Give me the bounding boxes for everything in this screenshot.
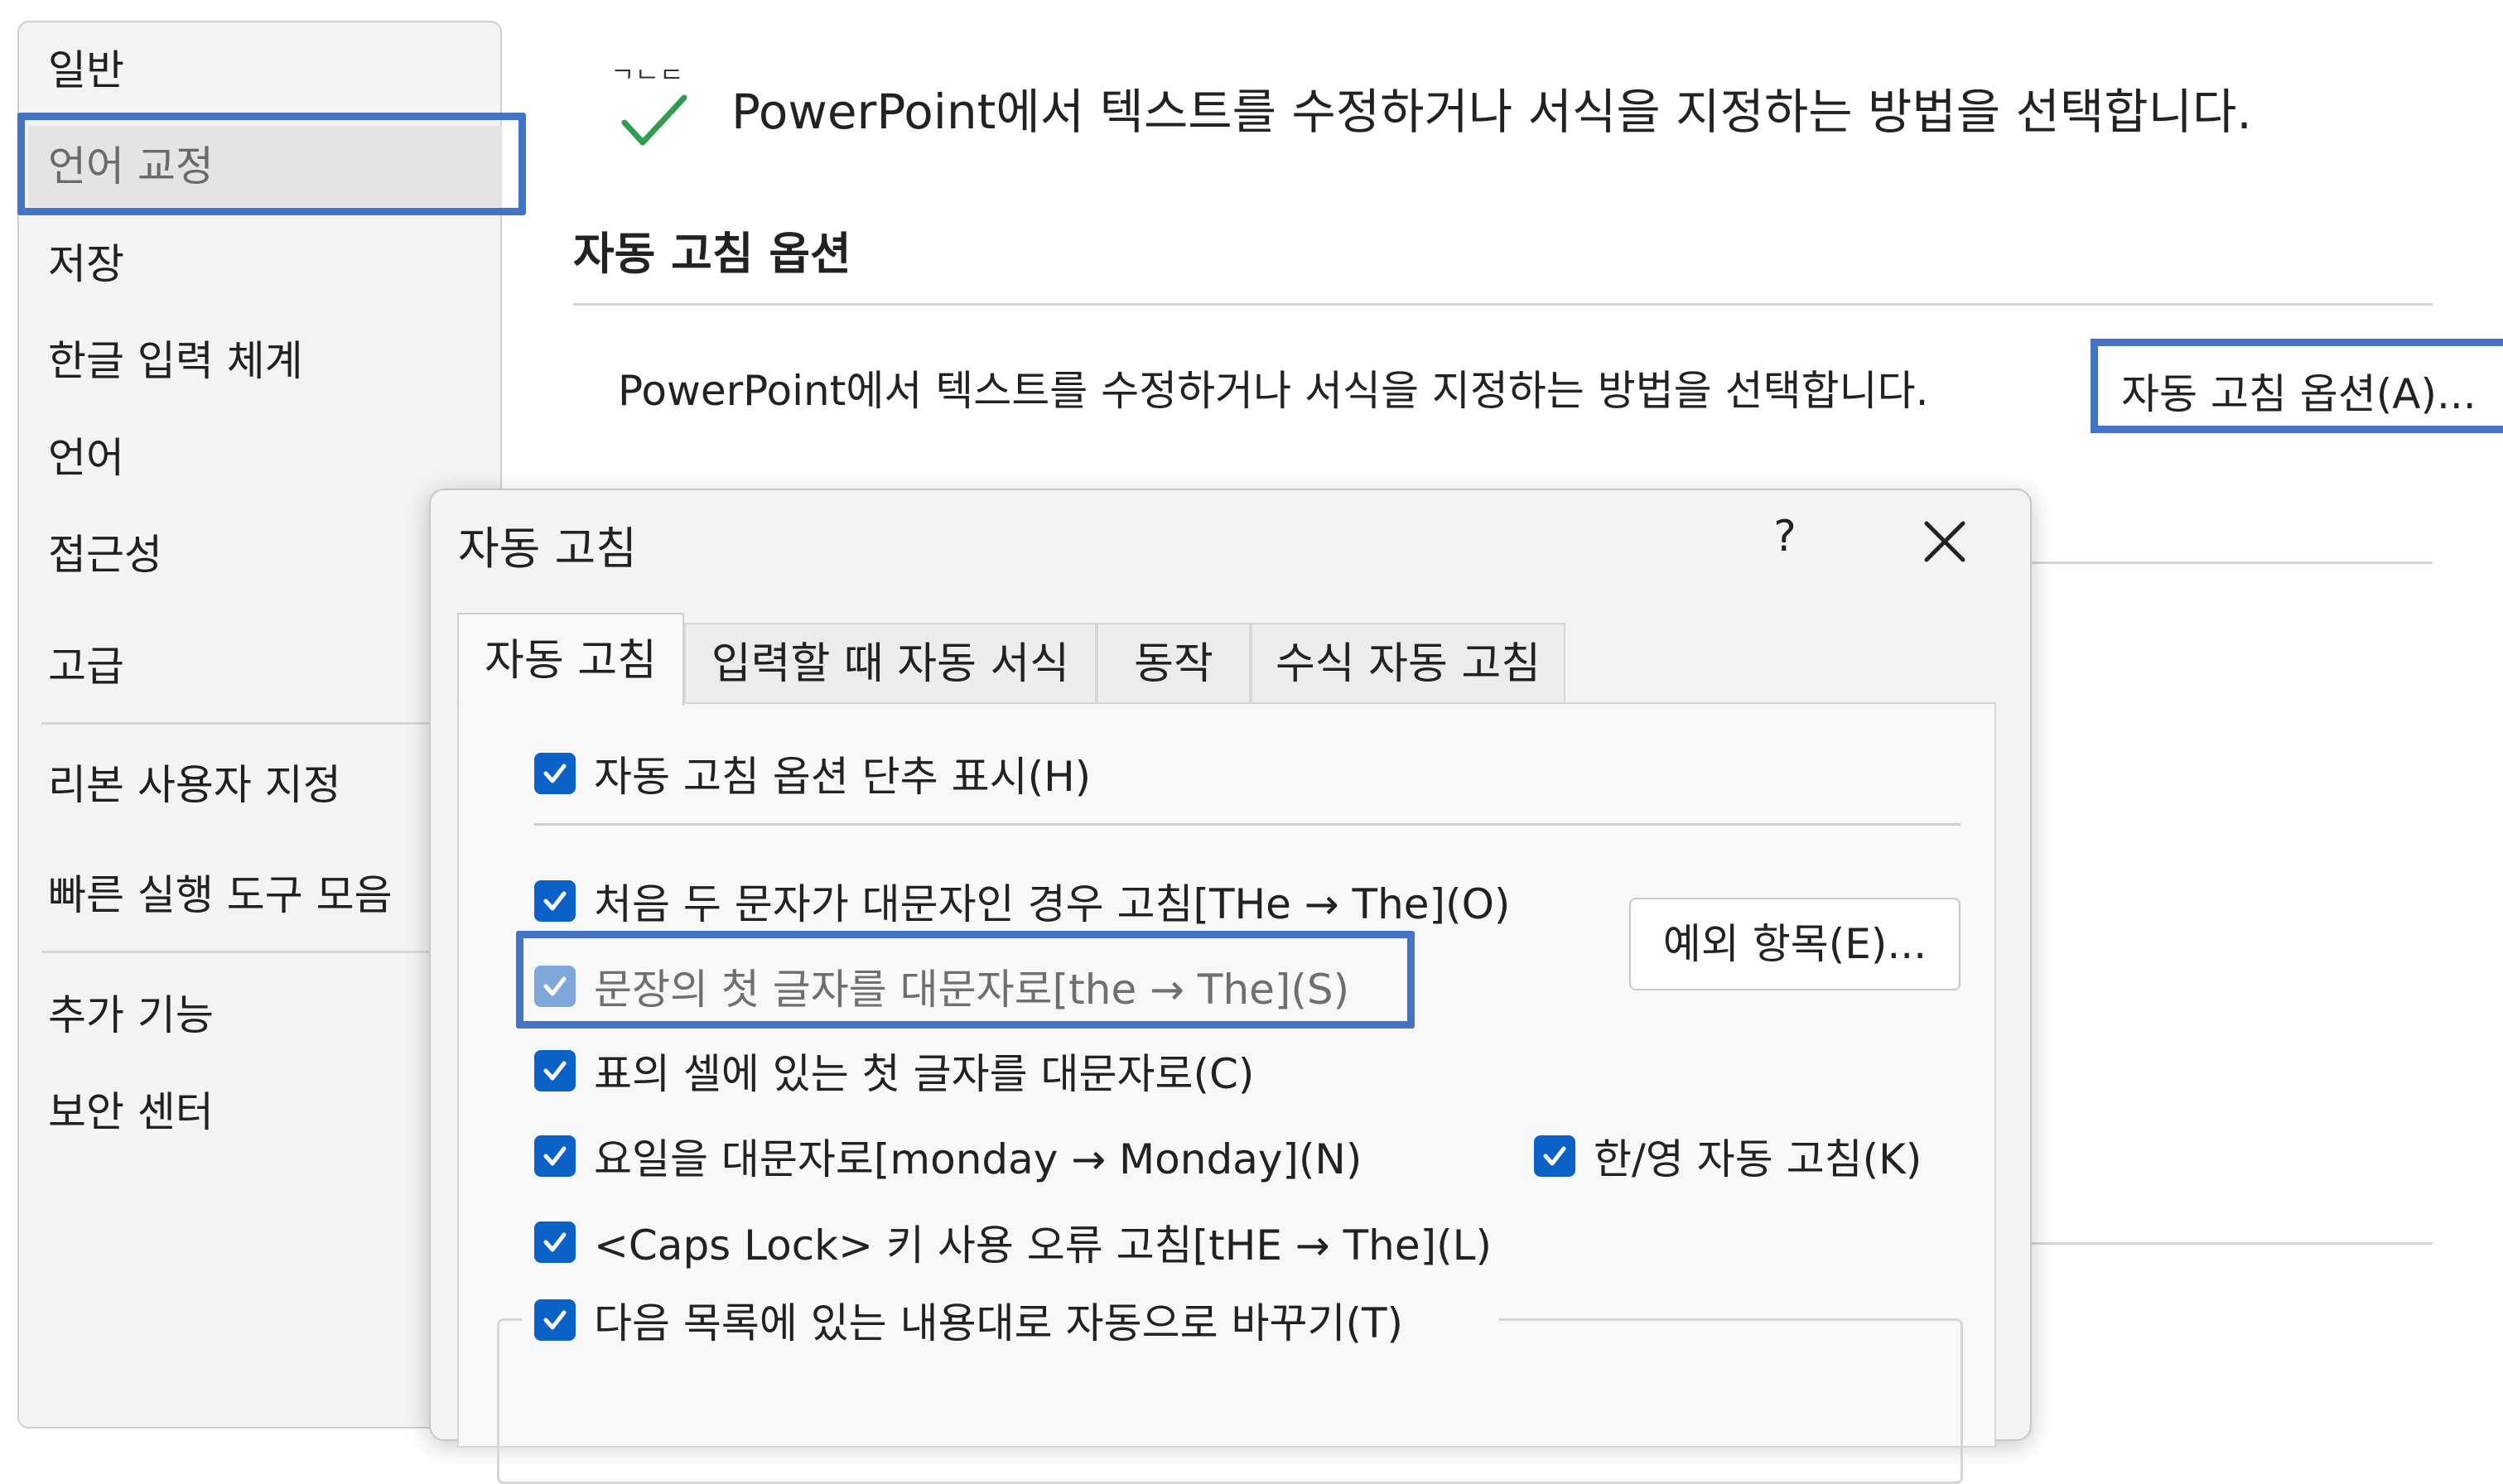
options-divider bbox=[534, 823, 1960, 826]
nav-item-korean-input[interactable]: 한글 입력 체계 bbox=[48, 328, 303, 394]
tab-autoformat-as-you-type[interactable]: 입력할 때 자동 서식 bbox=[684, 623, 1097, 702]
checkbox-checked[interactable] bbox=[534, 753, 576, 794]
capitalize-sentences-callout-highlight bbox=[516, 931, 1415, 1029]
option-label: 처음 두 문자가 대문자인 경우 고침[THe → The](O) bbox=[594, 880, 1511, 928]
checkmark-icon bbox=[1543, 1146, 1566, 1166]
section-divider bbox=[573, 303, 2433, 306]
nav-item-customize-ribbon[interactable]: 리본 사용자 지정 bbox=[48, 752, 341, 818]
autocorrect-options-button[interactable]: 자동 고침 옵션(A)... bbox=[2091, 339, 2503, 433]
checkmark-icon bbox=[543, 1232, 567, 1252]
nav-item-general[interactable]: 일반 bbox=[48, 37, 124, 104]
option-two-initial-caps[interactable]: 처음 두 문자가 대문자인 경우 고침[THe → The](O) bbox=[534, 870, 1510, 932]
help-button[interactable]: ? bbox=[1764, 512, 1806, 570]
nav-item-accessibility[interactable]: 접근성 bbox=[48, 522, 162, 588]
page-header-text: PowerPoint에서 텍스트를 수정하거나 서식을 지정하는 방법을 선택합… bbox=[731, 84, 2252, 140]
dialog-title: 자동 고침 bbox=[458, 523, 637, 575]
nav-item-advanced[interactable]: 고급 bbox=[48, 634, 124, 700]
proofing-callout-highlight bbox=[17, 113, 526, 215]
checkmark-icon bbox=[543, 891, 567, 911]
checkbox-checked[interactable] bbox=[534, 1299, 576, 1341]
checkbox-checked[interactable] bbox=[534, 1050, 576, 1091]
section-title-autocorrect: 자동 고침 옵션 bbox=[573, 228, 851, 280]
section-divider bbox=[2029, 561, 2433, 564]
option-label: 다음 목록에 있는 내용대로 자동으로 바꾸기(T) bbox=[594, 1299, 1404, 1347]
option-capitalize-table-cells[interactable]: 표의 셀에 있는 첫 글자를 대문자로(C) bbox=[534, 1039, 1254, 1102]
checkmark-icon bbox=[543, 764, 567, 783]
option-label: 요일을 대문자로[monday → Monday](N) bbox=[594, 1135, 1362, 1183]
option-label: 표의 셀에 있는 첫 글자를 대문자로(C) bbox=[594, 1050, 1255, 1098]
option-show-autocorrect-buttons[interactable]: 자동 고침 옵션 단추 표시(H) bbox=[534, 742, 1091, 805]
option-label: 자동 고침 옵션 단추 표시(H) bbox=[594, 753, 1092, 801]
tab-autocorrect[interactable]: 자동 고침 bbox=[457, 613, 684, 706]
nav-item-quick-access-toolbar[interactable]: 빠른 실행 도구 모음 bbox=[48, 862, 393, 928]
option-replace-text-as-you-type[interactable]: 다음 목록에 있는 내용대로 자동으로 바꾸기(T) bbox=[534, 1289, 1403, 1352]
checkbox-checked[interactable] bbox=[1534, 1135, 1575, 1177]
nav-item-language[interactable]: 언어 bbox=[48, 425, 124, 491]
autocorrect-description: PowerPoint에서 텍스트를 수정하거나 서식을 지정하는 방법을 선택합… bbox=[618, 367, 1929, 415]
close-icon[interactable] bbox=[1920, 517, 1970, 566]
proofing-check-icon bbox=[621, 94, 687, 146]
section-divider bbox=[2029, 1242, 2433, 1245]
option-capitalize-days[interactable]: 요일을 대문자로[monday → Monday](N) bbox=[534, 1125, 1362, 1188]
checkmark-icon bbox=[543, 1310, 567, 1330]
option-label: 한/영 자동 고침(K) bbox=[1594, 1135, 1922, 1183]
tab-math-autocorrect[interactable]: 수식 자동 고침 bbox=[1251, 623, 1565, 702]
autocorrect-options-button-label: 자동 고침 옵션(A)... bbox=[2121, 370, 2476, 418]
checkbox-checked[interactable] bbox=[534, 1221, 576, 1263]
option-label: <Caps Lock> 키 사용 오류 고침[tHE → The](L) bbox=[594, 1221, 1492, 1270]
nav-item-trust-center[interactable]: 보안 센터 bbox=[48, 1079, 214, 1145]
option-korean-english-autocorrect[interactable]: 한/영 자동 고침(K) bbox=[1534, 1125, 1922, 1188]
nav-item-save[interactable]: 저장 bbox=[48, 231, 124, 297]
nav-item-add-ins[interactable]: 추가 기능 bbox=[48, 982, 214, 1048]
checkmark-icon bbox=[543, 1146, 567, 1166]
exceptions-button[interactable]: 예외 항목(E)... bbox=[1629, 898, 1960, 990]
checkbox-checked[interactable] bbox=[534, 1135, 576, 1177]
checkbox-checked[interactable] bbox=[534, 880, 576, 922]
option-caps-lock-correction[interactable]: <Caps Lock> 키 사용 오류 고침[tHE → The](L) bbox=[534, 1211, 1492, 1274]
checkmark-icon bbox=[543, 1061, 567, 1081]
tab-actions[interactable]: 동작 bbox=[1097, 623, 1251, 702]
